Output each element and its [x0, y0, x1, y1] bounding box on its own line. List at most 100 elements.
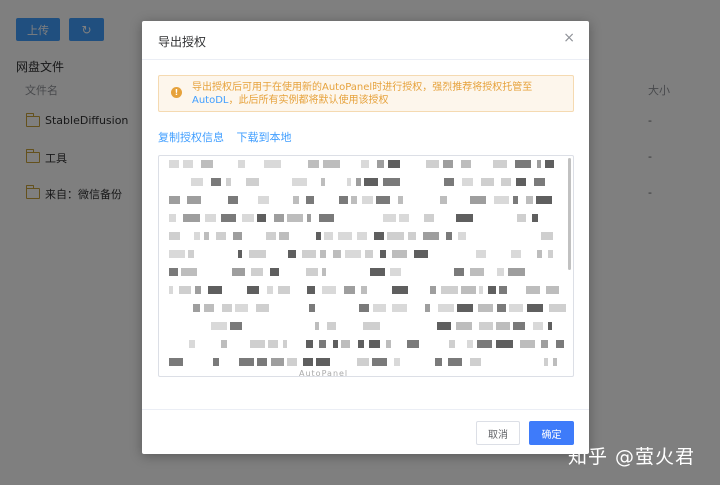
blur-block	[462, 178, 473, 186]
blur-block	[430, 286, 436, 294]
blur-block	[242, 214, 254, 222]
blur-block	[267, 286, 273, 294]
blur-block	[344, 286, 355, 294]
blur-block	[363, 322, 380, 330]
blur-block	[339, 196, 348, 204]
blur-block	[338, 232, 352, 240]
blur-block	[372, 358, 387, 366]
blur-block	[392, 286, 408, 294]
blur-block	[508, 268, 525, 276]
blur-block	[316, 358, 330, 366]
blur-block	[306, 340, 313, 348]
blur-block	[169, 214, 176, 222]
blur-block	[437, 322, 451, 330]
blur-block	[345, 250, 361, 258]
blur-block	[257, 358, 267, 366]
blur-block	[271, 358, 284, 366]
blur-block	[457, 304, 473, 312]
blur-block	[258, 196, 269, 204]
blur-block	[322, 268, 326, 276]
blur-block	[513, 196, 518, 204]
blur-block	[364, 178, 378, 186]
blur-block	[179, 286, 191, 294]
warning-alert: ! 导出授权后可用于在使用新的AutoPanel时进行授权，强烈推荐将授权托管至…	[158, 75, 574, 112]
blur-block	[476, 250, 486, 258]
blur-block	[548, 322, 552, 330]
blur-block	[424, 214, 434, 222]
blur-block	[357, 232, 367, 240]
blur-block	[319, 340, 326, 348]
blur-block	[230, 322, 242, 330]
blur-block	[556, 340, 564, 348]
blur-block	[365, 250, 373, 258]
blur-block	[169, 232, 180, 240]
blur-block	[213, 358, 219, 366]
blur-block	[308, 160, 319, 168]
blur-block	[356, 178, 361, 186]
blur-block	[183, 160, 193, 168]
action-links: 复制授权信息 下载到本地	[158, 129, 301, 145]
blurred-license-text	[169, 160, 566, 366]
blur-block	[509, 304, 523, 312]
blur-block	[380, 250, 386, 258]
export-license-dialog: 导出授权 × ! 导出授权后可用于在使用新的AutoPanel时进行授权，强烈推…	[142, 21, 589, 454]
blur-block	[545, 160, 554, 168]
blur-block	[187, 196, 201, 204]
blur-block	[249, 250, 266, 258]
blur-block	[169, 286, 173, 294]
blur-block	[169, 160, 179, 168]
blur-block	[501, 178, 511, 186]
blur-block	[499, 286, 507, 294]
blur-block	[449, 340, 455, 348]
close-icon[interactable]: ×	[563, 30, 575, 46]
blur-block	[341, 340, 350, 348]
blur-block	[456, 322, 472, 330]
blur-block	[479, 322, 493, 330]
blur-block	[494, 196, 509, 204]
blur-block	[454, 268, 464, 276]
blur-block	[288, 250, 296, 258]
blur-block	[333, 340, 338, 348]
blur-block	[515, 160, 531, 168]
code-visible-fragment: AutoPanel	[299, 369, 349, 377]
blur-block	[283, 340, 287, 348]
blur-block	[458, 232, 466, 240]
blur-block	[526, 196, 533, 204]
blur-block	[201, 160, 213, 168]
blur-block	[169, 268, 178, 276]
blur-block	[357, 358, 369, 366]
blur-block	[479, 286, 483, 294]
blur-block	[309, 304, 315, 312]
blur-block	[470, 358, 481, 366]
cancel-button[interactable]: 取消	[476, 421, 520, 445]
blur-block	[250, 340, 265, 348]
copy-license-link[interactable]: 复制授权信息	[158, 131, 224, 144]
download-local-link[interactable]: 下载到本地	[237, 131, 292, 144]
autodl-link[interactable]: AutoDL	[192, 95, 229, 106]
blur-block	[268, 340, 278, 348]
scrollbar[interactable]	[568, 158, 571, 270]
blur-block	[441, 286, 458, 294]
blur-block	[553, 358, 557, 366]
blur-block	[481, 178, 494, 186]
blur-block	[533, 322, 543, 330]
blur-block	[226, 178, 231, 186]
blur-block	[270, 268, 279, 276]
blur-block	[373, 304, 386, 312]
blur-block	[456, 214, 473, 222]
blur-block	[239, 358, 254, 366]
blur-block	[546, 286, 559, 294]
blur-block	[513, 322, 525, 330]
blur-block	[247, 286, 259, 294]
blur-block	[444, 178, 454, 186]
blur-block	[228, 196, 238, 204]
blur-block	[204, 232, 209, 240]
blur-block	[461, 160, 471, 168]
blur-block	[307, 214, 311, 222]
blur-block	[211, 178, 221, 186]
blur-block	[287, 214, 303, 222]
license-code-box[interactable]: AutoPanel	[158, 155, 574, 377]
blur-block	[278, 286, 290, 294]
blur-block	[279, 232, 289, 240]
blur-block	[534, 178, 545, 186]
